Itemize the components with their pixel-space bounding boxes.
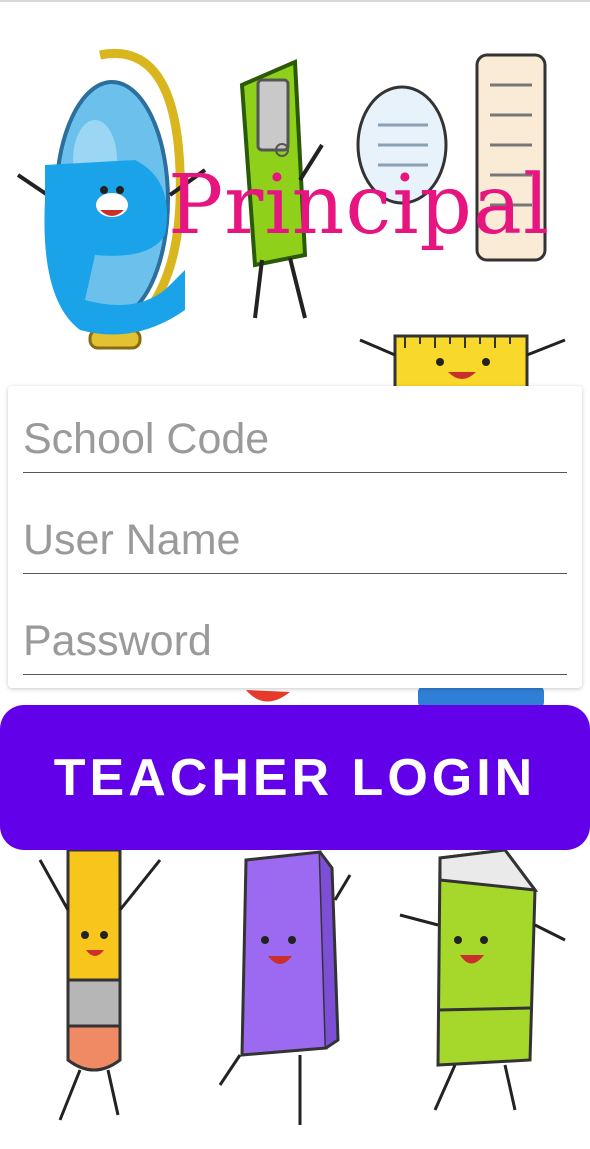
login-form-card: [8, 386, 582, 688]
password-input[interactable]: [23, 617, 567, 666]
password-field: [23, 602, 567, 675]
teacher-login-button[interactable]: TEACHER LOGIN: [0, 705, 590, 850]
ruler-character-icon: [359, 334, 566, 390]
app-logo-text: Principal: [168, 158, 551, 253]
school-code-input[interactable]: [23, 415, 567, 464]
pencil-character-icon: [38, 848, 162, 1121]
book-character-icon: [218, 850, 352, 1125]
eraser-character-icon: [399, 848, 566, 1111]
user-name-input[interactable]: [23, 516, 567, 565]
school-code-field: [23, 400, 567, 473]
character-arm-icon: [246, 690, 290, 702]
user-name-field: [23, 501, 567, 574]
